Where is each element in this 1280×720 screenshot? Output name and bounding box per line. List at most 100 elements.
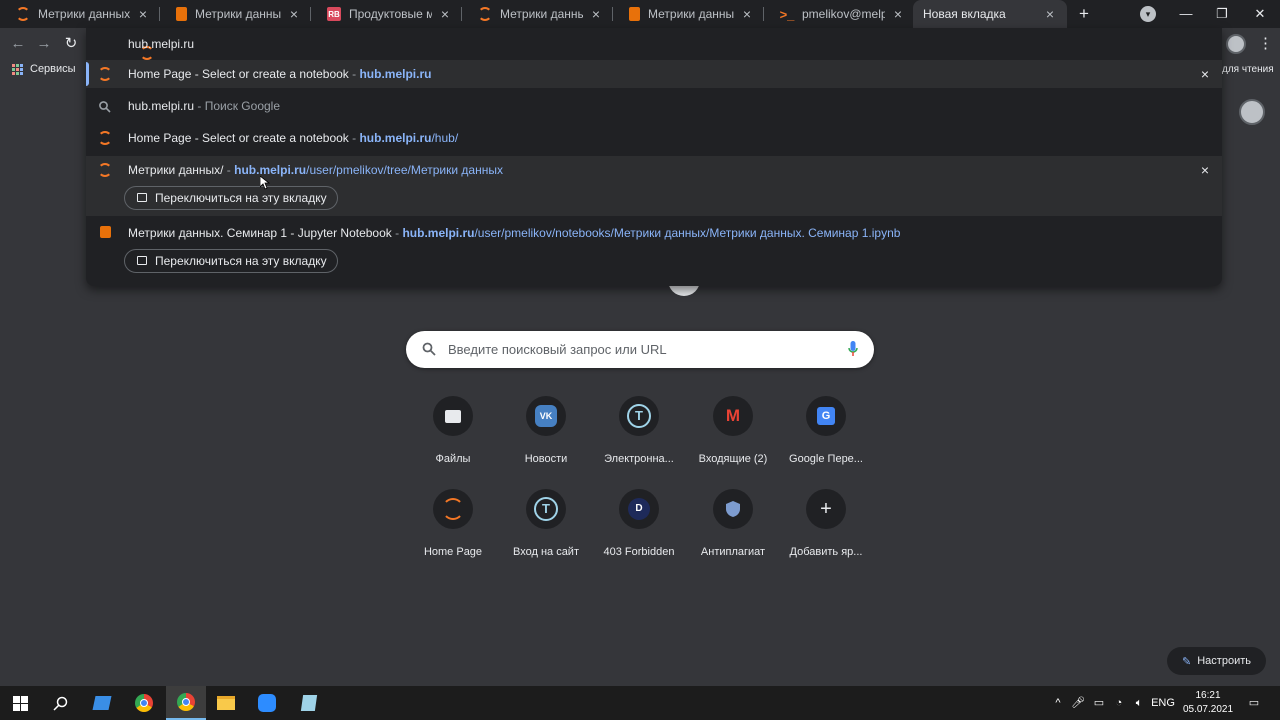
chrome-active-icon[interactable] (166, 686, 206, 720)
shortcut-translate[interactable]: G Google Пере... (781, 395, 871, 475)
maximize-button[interactable]: ❐ (1202, 0, 1242, 28)
tab-3[interactable]: RB Продуктовые метрики × (311, 0, 462, 28)
wifi-icon[interactable]: ◔ (1110, 686, 1128, 720)
tab-title: Метрики данных. Сем (195, 7, 281, 21)
tab-1[interactable]: Метрики данных/ × (0, 0, 160, 28)
microphone-icon[interactable]: 🎤︎ (1070, 686, 1086, 720)
shortcut-label: Входящие (2) (698, 453, 768, 465)
shortcut-antiplagiat[interactable]: Антиплагиат (688, 488, 778, 568)
shortcut-files[interactable]: Файлы (408, 395, 498, 475)
tab-title: Метрики данных/ (38, 7, 130, 21)
close-window-button[interactable]: ✕ (1240, 0, 1280, 28)
tab-search-icon[interactable]: ▾ (1140, 6, 1156, 22)
suggestion-4[interactable]: Метрики данных/ - hub.melpi.ru/user/pmel… (86, 156, 1222, 216)
jupyter-icon (478, 7, 492, 21)
separator: - (348, 67, 360, 81)
separator: - (348, 131, 360, 145)
close-icon[interactable]: × (136, 6, 150, 22)
notepad-icon[interactable] (289, 686, 329, 720)
zoom-icon[interactable] (247, 686, 287, 720)
t-glyph: T (534, 497, 558, 521)
remove-suggestion-icon[interactable]: × (1198, 67, 1212, 81)
tab-2[interactable]: Метрики данных. Сем × (160, 0, 311, 28)
suggestion-hint: Поиск Google (204, 99, 280, 113)
suggestion-path: /hub/ (431, 131, 459, 145)
close-icon[interactable]: × (740, 6, 754, 22)
files-icon (433, 396, 473, 436)
terminal-icon: >_ (779, 6, 795, 22)
tab-6[interactable]: >_ pmelikov@melpi: ~ × (764, 0, 915, 28)
chevron-up-icon[interactable]: ^ (1050, 686, 1066, 720)
shield-icon (713, 489, 753, 529)
avatar[interactable] (1239, 99, 1265, 125)
language-indicator[interactable]: ENG (1150, 686, 1176, 720)
volume-icon[interactable]: 🔈︎ (1130, 686, 1148, 720)
close-icon[interactable]: × (287, 6, 301, 22)
notebook-icon (98, 226, 112, 240)
shortcut-403[interactable]: D 403 Forbidden (594, 488, 684, 568)
jupyter-icon (433, 489, 473, 529)
t-icon: T (619, 396, 659, 436)
tab-7-active[interactable]: Новая вкладка × (913, 0, 1067, 28)
microphone-icon[interactable] (848, 341, 858, 357)
shortcut-electronic[interactable]: T Электронна... (594, 395, 684, 475)
clock[interactable]: 16:21 05.07.2021 (1180, 689, 1236, 717)
t-icon: T (526, 489, 566, 529)
shortcut-home-page[interactable]: Home Page (408, 488, 498, 568)
forward-icon[interactable]: → (34, 34, 54, 54)
suggestion-2[interactable]: hub.melpi.ru - Поиск Google (86, 92, 1222, 120)
search-icon[interactable] (40, 686, 80, 720)
shortcut-label: Добавить яр... (789, 546, 863, 558)
chrome-icon[interactable] (124, 686, 164, 720)
tab-title: Метрики данных. Сем (648, 7, 734, 21)
battery-icon[interactable]: ▭ (1090, 686, 1108, 720)
windows-start-icon[interactable] (0, 686, 40, 720)
customize-button[interactable]: ✎ Настроить (1167, 647, 1266, 675)
close-icon[interactable]: × (1043, 6, 1057, 22)
d-glyph: D (628, 498, 650, 520)
suggestion-text: Home Page - Select or create a notebook … (128, 131, 458, 145)
shortcut-news[interactable]: VK Новости (501, 395, 591, 475)
tab-5[interactable]: Метрики данных. Сем × (613, 0, 764, 28)
tab-title: Продуктовые метрики (349, 7, 432, 21)
tab-title: pmelikov@melpi: ~ (802, 7, 885, 21)
file-explorer-icon[interactable] (206, 686, 246, 720)
menu-icon[interactable]: ⋮ (1258, 34, 1273, 54)
reload-icon[interactable]: ↻ (61, 34, 81, 54)
jupyter-icon (98, 37, 154, 60)
suggestion-1[interactable]: Home Page - Select or create a notebook … (86, 60, 1222, 88)
services-label: Сервисы (30, 63, 76, 75)
back-icon[interactable]: ← (8, 34, 28, 54)
customize-label: Настроить (1197, 655, 1251, 667)
address-input-value[interactable]: hub.melpi.ru (128, 37, 194, 51)
new-tab-search-box[interactable] (406, 331, 874, 368)
suggestion-3[interactable]: Home Page - Select or create a notebook … (86, 124, 1222, 152)
plus-glyph: + (820, 497, 832, 520)
suggestion-5[interactable]: Метрики данных. Семинар 1 - Jupyter Note… (86, 218, 1222, 280)
shortcut-login[interactable]: T Вход на сайт (501, 488, 591, 568)
close-icon[interactable]: × (891, 6, 905, 22)
separator: - (194, 99, 205, 113)
new-tab-button[interactable]: + (1074, 4, 1094, 24)
minimize-button[interactable]: — (1166, 0, 1206, 28)
close-icon[interactable]: × (589, 6, 603, 22)
vk-glyph: VK (535, 405, 557, 427)
switch-to-tab-button[interactable]: Переключиться на эту вкладку (124, 249, 338, 273)
reading-list-button[interactable]: для чтения (1222, 64, 1274, 75)
jupyter-icon (98, 163, 112, 177)
jupyter-icon (98, 131, 112, 145)
suggestion-title: Метрики данных/ (128, 163, 224, 177)
address-bar[interactable]: hub.melpi.ru (86, 28, 1222, 60)
network-app-icon[interactable] (82, 686, 122, 720)
services-bookmark[interactable]: Сервисы (12, 63, 76, 75)
search-icon (422, 342, 436, 356)
extension-avatar-icon[interactable] (1226, 34, 1246, 54)
close-icon[interactable]: × (438, 6, 452, 22)
tab-4[interactable]: Метрики данных/ × (462, 0, 613, 28)
search-input[interactable] (448, 331, 828, 368)
remove-suggestion-icon[interactable]: × (1198, 163, 1212, 177)
notification-icon[interactable]: ▭ (1244, 686, 1264, 720)
shortcut-add[interactable]: + Добавить яр... (781, 488, 871, 568)
shortcut-inbox[interactable]: M Входящие (2) (688, 395, 778, 475)
switch-to-tab-button[interactable]: Переключиться на эту вкладку (124, 186, 338, 210)
